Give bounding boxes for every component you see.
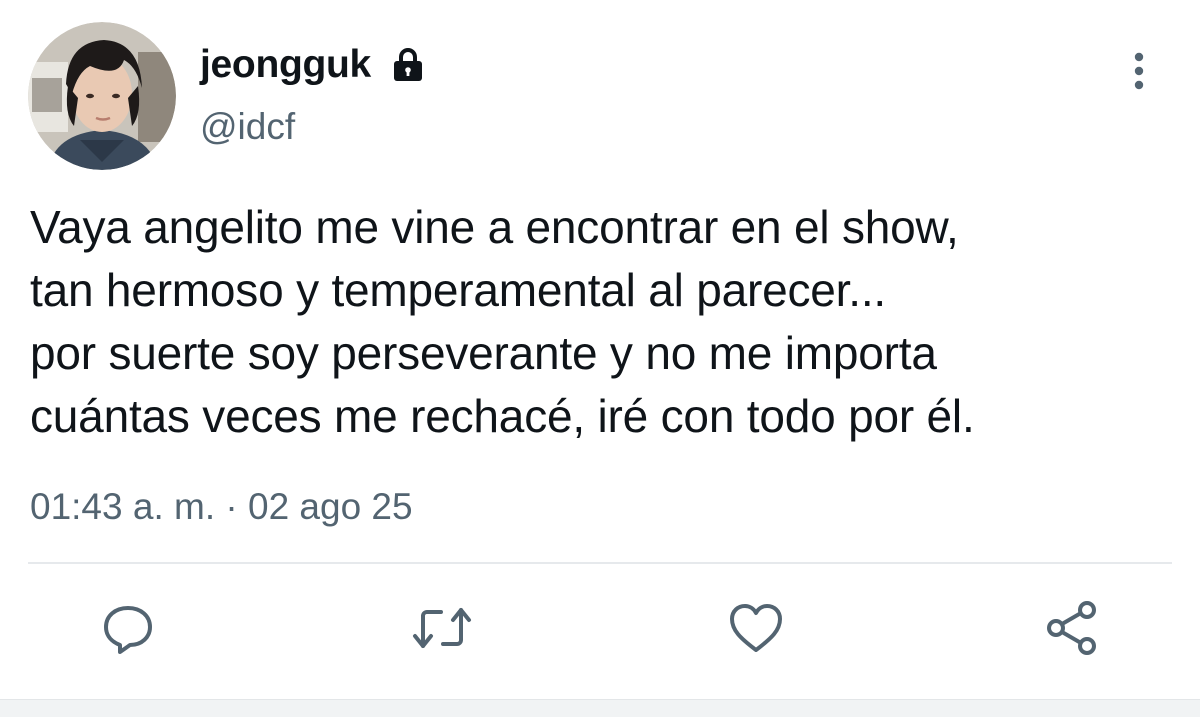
tweet-text-line: Vaya angelito me vine a encontrar en el … [30,201,959,253]
author-row: jeongguk [200,40,427,90]
tweet-text-line: cuántas veces me rechacé, iré con todo p… [30,390,975,442]
tweet-card: jeongguk @idcf Vaya angelito me vine a e… [0,0,1200,717]
divider [28,562,1172,564]
reply-button[interactable] [96,596,160,660]
bottom-separator [0,699,1200,717]
action-bar [0,596,1200,666]
lock-icon [389,46,427,84]
share-icon [1047,601,1096,655]
share-button[interactable] [1040,596,1104,660]
heart-icon [730,604,782,652]
retweet-icon [413,608,471,648]
tweet-text: Vaya angelito me vine a encontrar en el … [30,196,1180,448]
tweet-text-line: por suerte soy perseverante y no me impo… [30,327,937,379]
tweet-text-line: tan hermoso y temperamental al parecer..… [30,264,887,316]
avatar[interactable] [28,22,176,170]
avatar-image [28,22,176,170]
reply-icon [104,606,152,654]
more-vertical-icon[interactable] [1124,50,1154,92]
retweet-button[interactable] [410,596,474,660]
user-handle[interactable]: @idcf [200,106,295,148]
like-button[interactable] [724,596,788,660]
tweet-timestamp[interactable]: 01:43 a. m. · 02 ago 25 [30,486,413,528]
display-name[interactable]: jeongguk [200,43,371,87]
